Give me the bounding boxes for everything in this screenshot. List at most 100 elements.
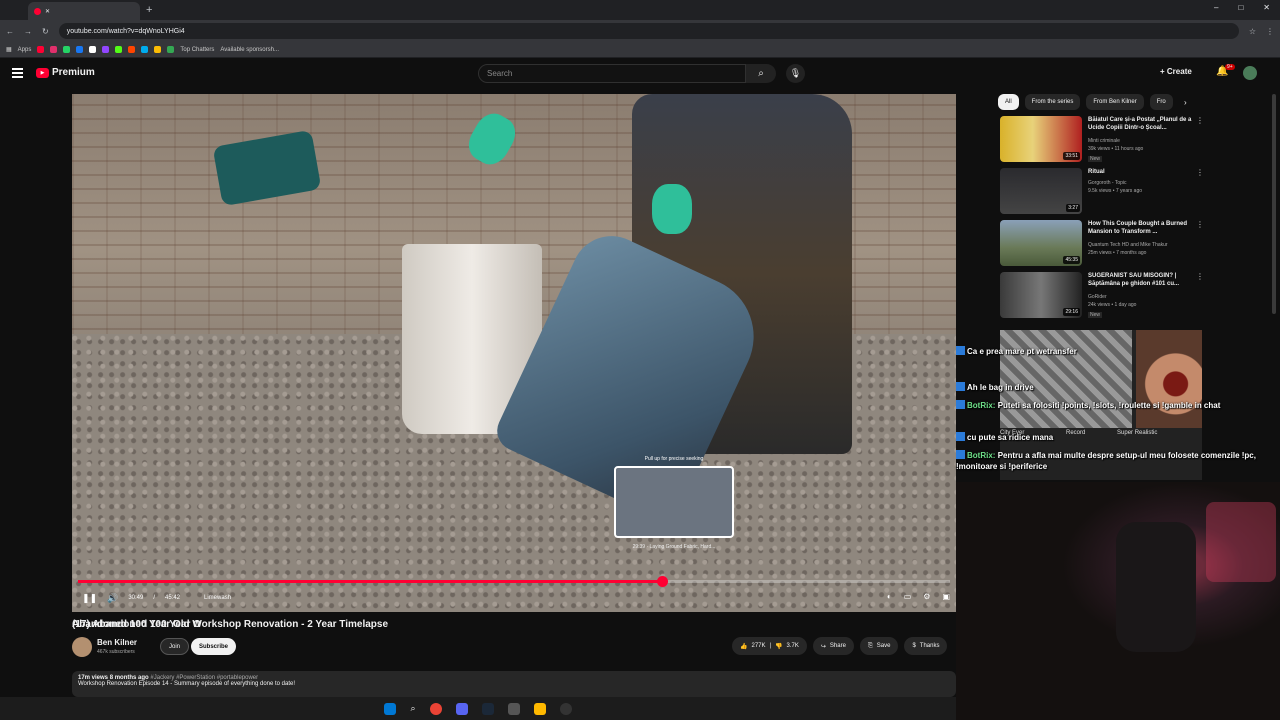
avatar[interactable] (1243, 66, 1257, 80)
app-icon[interactable] (507, 702, 520, 715)
autoplay-toggle-icon[interactable]: ◐ (887, 592, 892, 601)
progress-bar[interactable] (78, 576, 950, 587)
windows-taskbar: ⌕ (0, 697, 956, 720)
duration-badge: 3:27 (1066, 204, 1080, 212)
browser-tab[interactable]: (17) Abandoned 100 Year O ✕ (28, 2, 201, 630)
chat-text: Ah le bag in drive (967, 383, 1034, 392)
recommendation-channel: Gorgoroth - Topic (1088, 180, 1127, 186)
menu-icon[interactable] (12, 68, 23, 78)
chip-from-series[interactable]: From the series (1024, 94, 1081, 110)
volume-icon[interactable]: 🔊 (107, 593, 118, 604)
chevron-right-icon[interactable]: › (1184, 98, 1187, 107)
more-options-icon[interactable]: ⋮ (1196, 116, 1204, 125)
seek-chapter-label: 29:39 · Laying Ground Fabric, Hard... (632, 544, 716, 550)
shorts-thumbnail[interactable] (1000, 330, 1132, 428)
youtube-logo[interactable]: ▶ Premium (36, 67, 95, 78)
close-tab-icon[interactable]: ✕ (45, 8, 50, 15)
chapter-label[interactable]: Limewash (204, 595, 231, 601)
bookmark-icon[interactable] (167, 46, 175, 53)
bookmark-sponsorships[interactable]: Available sponsorsh... (220, 47, 279, 53)
like-button[interactable]: 👍 277K | 👎 3.7K (732, 637, 807, 655)
bookmark-icon[interactable] (76, 46, 84, 53)
thumbnail: 29:16 (1000, 272, 1082, 318)
forward-icon[interactable]: → (24, 27, 32, 36)
youtube-header: ▶ Premium Search ⌕ 🎙 + Create 🔔 9+ (0, 58, 1280, 92)
recommendation-meta: 24k views • 1 day ago (1088, 302, 1137, 308)
start-icon[interactable] (384, 702, 397, 715)
chat-message: Ca e prea mare pt wetransfer (956, 346, 1256, 357)
channel-avatar[interactable] (72, 637, 92, 657)
chip-all[interactable]: All (998, 94, 1019, 110)
apps-bookmark[interactable]: Apps (18, 47, 32, 53)
player-controls-right: ◐ ▭ ⚙ ▣ (887, 592, 950, 601)
video-player[interactable]: Pull up for precise seeking 29:39 · Layi… (72, 94, 956, 612)
apps-icon[interactable]: ▦ (6, 46, 12, 53)
recommendation-title: SUGERANIST SAU MISOGIN? | Săptămâna pe g… (1088, 273, 1180, 287)
recommendation-item[interactable]: 45:35 How This Couple Bought a Burned Ma… (1000, 220, 1210, 266)
maximize-button[interactable]: □ (1238, 3, 1243, 12)
recommendation-item[interactable]: 3:27 Ritual Gorgoroth - Topic 9.5k views… (1000, 168, 1210, 214)
recommendation-channel: Quantum Tech HD and Mike Thakur (1088, 242, 1168, 248)
bookmark-top-chatters[interactable]: Top Chatters (180, 47, 214, 53)
thumbs-down-icon[interactable]: 👎 (775, 643, 782, 650)
search-icon[interactable]: ⌕ (410, 703, 415, 714)
obs-icon[interactable] (559, 702, 572, 715)
search-button[interactable]: ⌕ (746, 64, 776, 83)
join-button[interactable]: Join (160, 638, 190, 655)
thumbnail: 33:51 (1000, 116, 1082, 162)
bookmark-icon[interactable] (102, 46, 110, 53)
time-separator: / (153, 595, 155, 601)
chip-more[interactable]: Fro (1149, 94, 1173, 110)
recommendation-title: Ritual (1088, 169, 1105, 175)
bookmark-icon[interactable] (154, 46, 162, 53)
back-icon[interactable]: ← (6, 27, 14, 36)
reload-icon[interactable]: ↻ (42, 27, 49, 36)
bookmark-icon[interactable] (37, 46, 45, 53)
address-bar[interactable]: youtube.com/watch?v=dqWnoLYHGi4 (58, 23, 1239, 39)
bookmark-icon[interactable] (89, 46, 97, 53)
minimize-button[interactable]: – (1214, 3, 1218, 12)
bookmark-icon[interactable] (115, 46, 123, 53)
captions-icon[interactable]: ▭ (904, 592, 912, 601)
more-options-icon[interactable]: ⋮ (1196, 168, 1204, 177)
notification-badge: 9+ (1225, 64, 1235, 70)
channel-name[interactable]: Ben Kilner (97, 638, 137, 647)
webcam-chair (1116, 522, 1196, 652)
miniplayer-icon[interactable]: ▣ (942, 592, 950, 601)
close-window-button[interactable]: ✕ (1263, 3, 1270, 12)
bookmark-icon[interactable] (63, 46, 71, 53)
webcam-light (1206, 502, 1276, 582)
more-options-icon[interactable]: ⋮ (1196, 272, 1204, 281)
subscribe-button[interactable]: Subscribe (191, 638, 237, 655)
share-button[interactable]: ↪ Share (812, 637, 854, 655)
new-tab-button[interactable]: + (146, 4, 152, 16)
bookmark-icon[interactable] (141, 46, 149, 53)
mic-icon: 🎙 (789, 68, 802, 78)
thanks-button[interactable]: $ Thanks (904, 637, 948, 655)
description-box[interactable]: 17m views 8 months ago #Jackery #PowerSt… (72, 671, 956, 697)
bookmark-star-icon[interactable]: ☆ (1249, 27, 1256, 36)
bookmark-icon[interactable] (50, 46, 58, 53)
create-button[interactable]: + Create (1160, 67, 1192, 76)
more-options-icon[interactable]: ⋮ (1196, 220, 1204, 229)
bookmark-icon[interactable] (128, 46, 136, 53)
chat-user: BotRix: (967, 451, 996, 460)
discord-icon[interactable] (455, 702, 468, 715)
duration-badge: 29:16 (1063, 308, 1080, 316)
pause-icon[interactable]: ❚❚ (82, 593, 97, 604)
extensions-icon[interactable]: ⋮ (1266, 27, 1274, 36)
scrollbar[interactable] (1272, 94, 1276, 314)
chip-from-channel[interactable]: From Ben Kilner (1086, 94, 1144, 110)
folder-icon[interactable] (533, 702, 546, 715)
save-label: Save (876, 643, 891, 649)
recommendation-item[interactable]: 29:16 SUGERANIST SAU MISOGIN? | Săptămân… (1000, 272, 1210, 318)
settings-icon[interactable]: ⚙ (923, 592, 930, 601)
steam-icon[interactable] (481, 702, 494, 715)
save-button[interactable]: ⎘ Save (859, 637, 899, 655)
voice-search-button[interactable]: 🎙 (786, 64, 805, 83)
search-input[interactable]: Search (478, 64, 746, 83)
chrome-icon[interactable] (429, 702, 442, 715)
recommendation-item[interactable]: 33:51 Băiatul Care și-a Postat „Planul d… (1000, 116, 1210, 162)
shorts-thumbnail[interactable] (1136, 330, 1202, 428)
window-controls: – □ ✕ (1214, 3, 1270, 12)
